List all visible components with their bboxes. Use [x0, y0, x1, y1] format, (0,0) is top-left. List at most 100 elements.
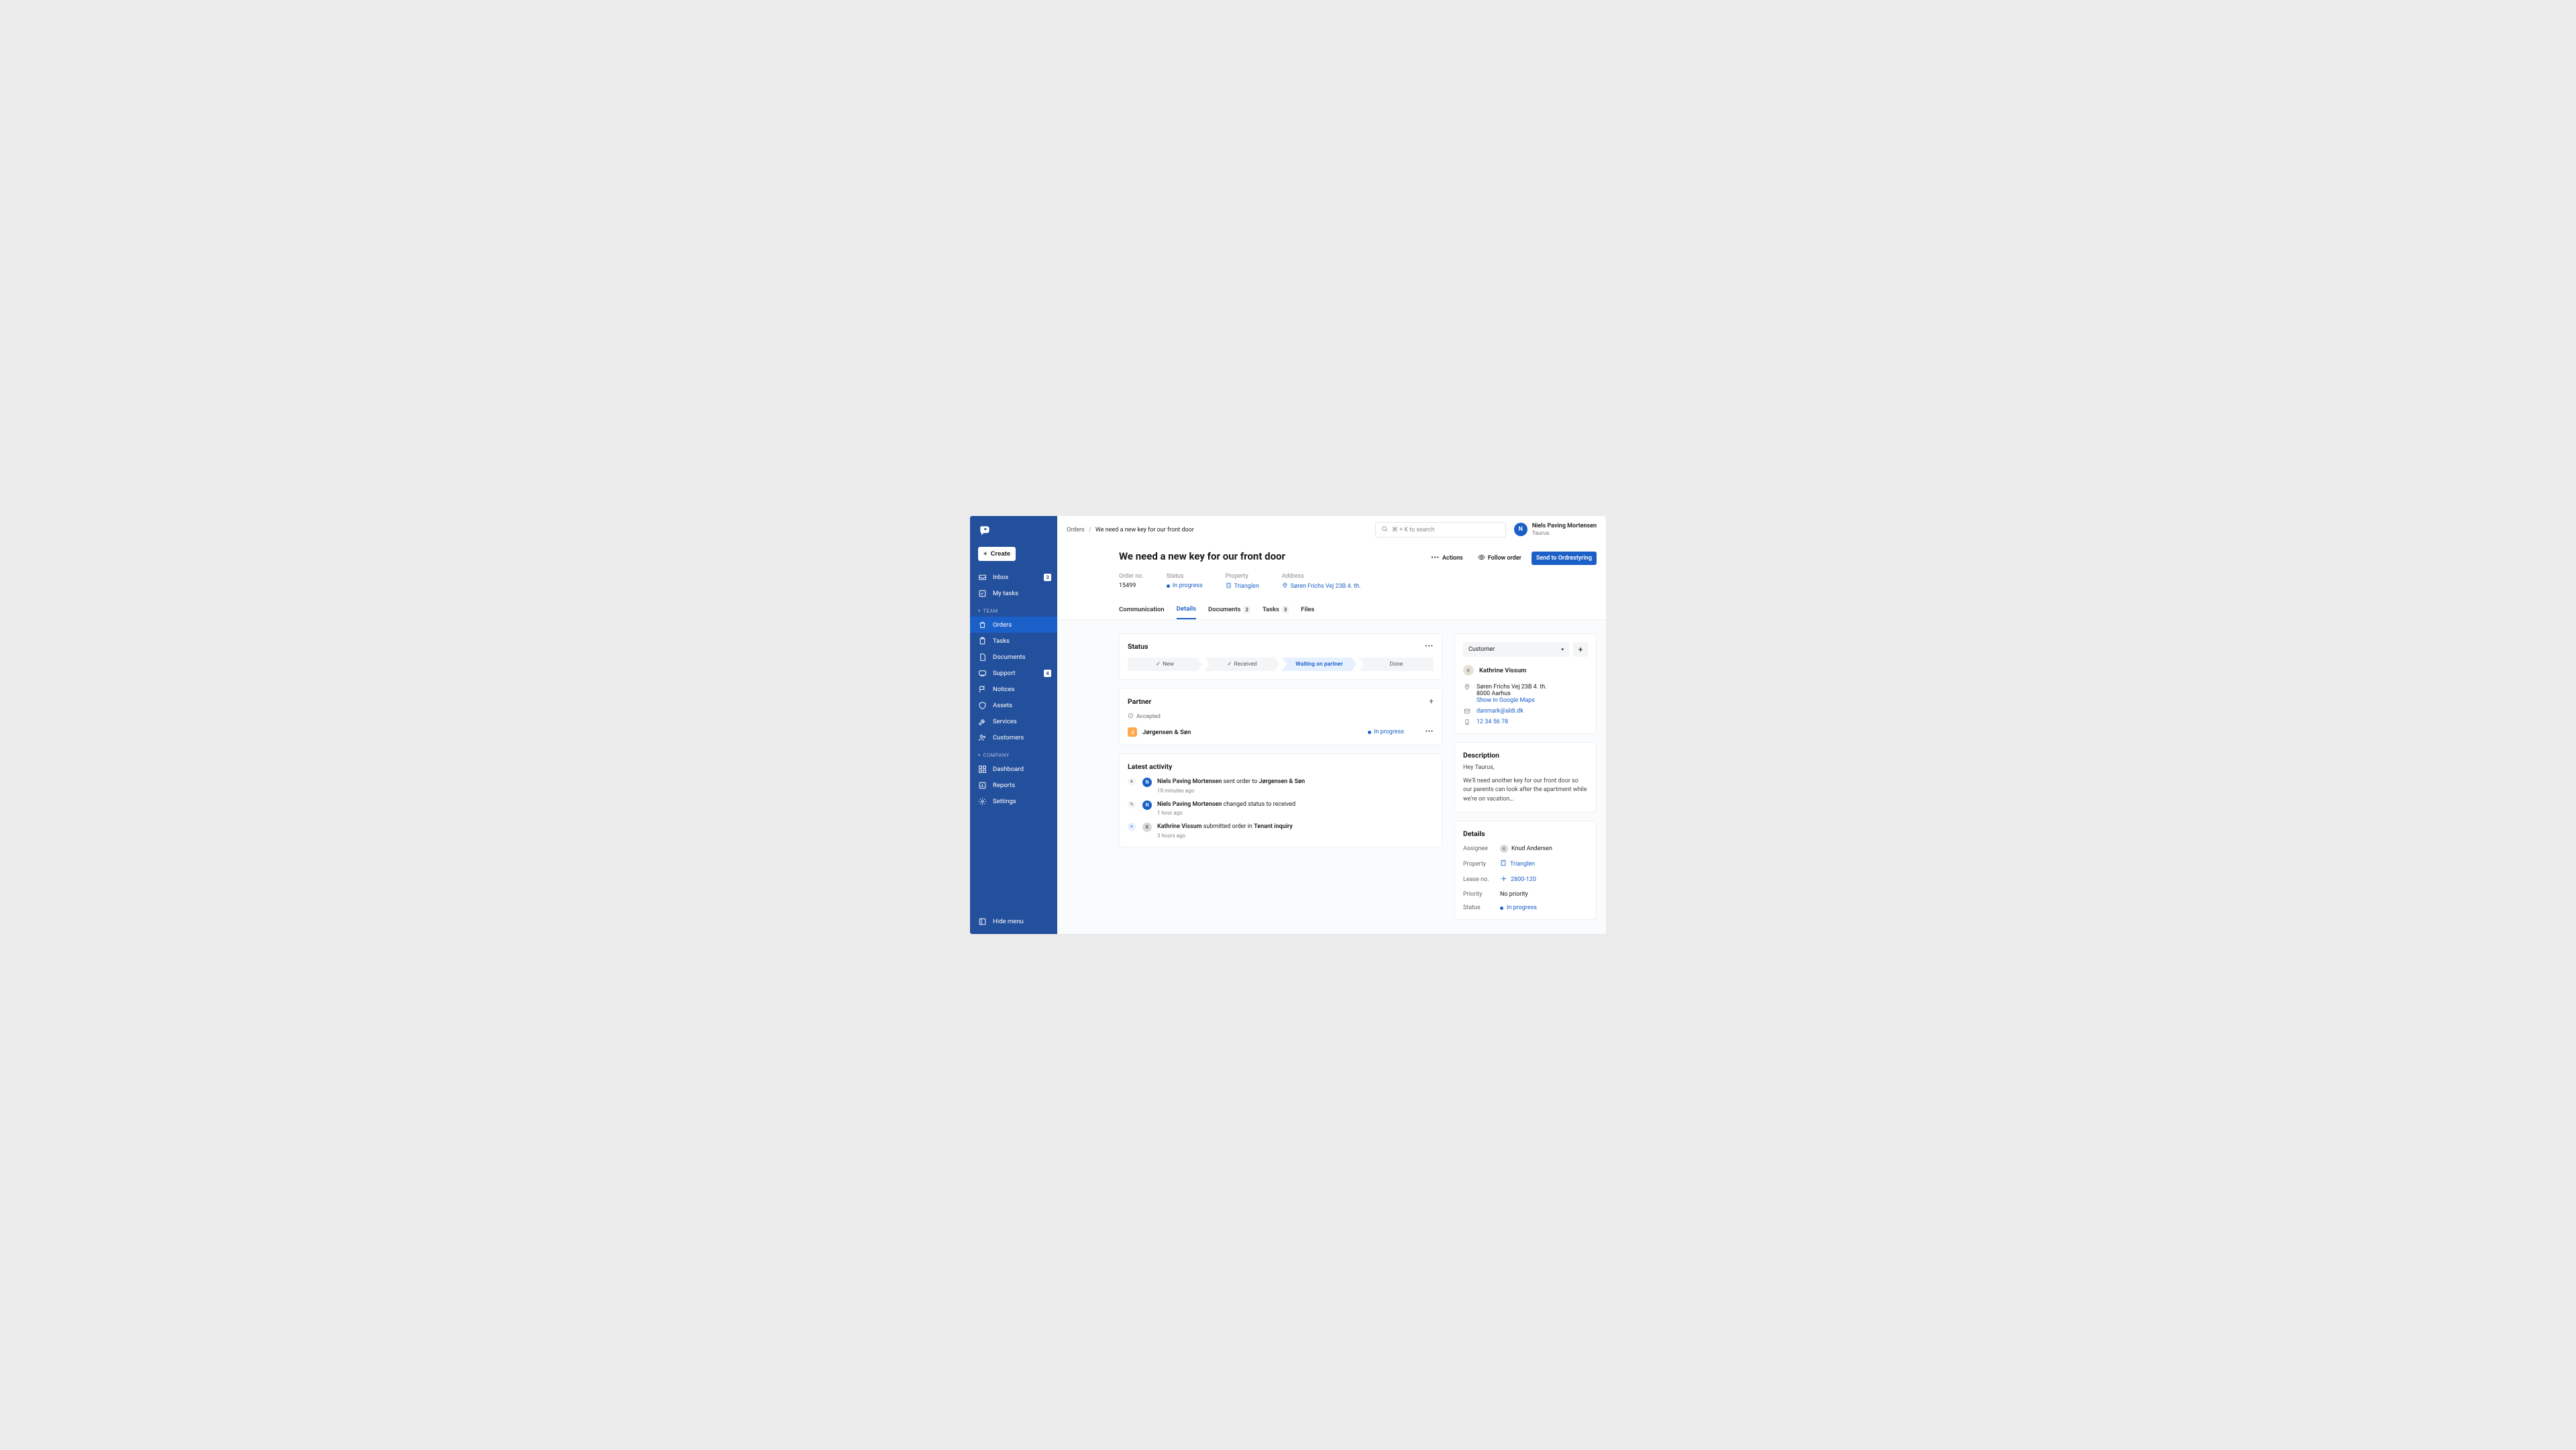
nav-inbox[interactable]: Inbox 3: [970, 569, 1057, 585]
mail-icon: [1463, 708, 1471, 715]
nav-support[interactable]: Support 4: [970, 665, 1057, 681]
nav-label: My tasks: [993, 590, 1018, 597]
send-button[interactable]: Send to Ordrestyring: [1532, 552, 1597, 565]
breadcrumb-separator: /: [1089, 527, 1091, 533]
app-window: + Create Inbox 3 My tasks ▾ TEAM Orders …: [970, 516, 1606, 934]
order-meta: Order no. 15499 Status In progress Prope…: [1057, 566, 1606, 600]
more-icon[interactable]: •••: [1425, 643, 1434, 650]
search-input[interactable]: ⌘ + K to search: [1375, 522, 1506, 537]
nav-reports[interactable]: Reports: [970, 777, 1057, 793]
nav-label: Reports: [993, 782, 1015, 789]
nav-orders[interactable]: Orders: [970, 617, 1057, 633]
user-menu[interactable]: N Niels Paving Mortensen Taurus: [1514, 523, 1597, 537]
partner-card: Partner + Accepted J Jørgensen & Søn In …: [1119, 688, 1442, 745]
nav-dashboard[interactable]: Dashboard: [970, 761, 1057, 777]
pencil-icon: ✎: [1128, 800, 1136, 809]
nav-label: Services: [993, 718, 1017, 725]
breadcrumb-root[interactable]: Orders: [1067, 527, 1085, 533]
maps-link[interactable]: Show in Google Maps: [1477, 697, 1547, 704]
tab-documents[interactable]: Documents 2: [1208, 600, 1250, 619]
hide-menu-button[interactable]: Hide menu: [970, 909, 1057, 934]
actions-label: Actions: [1442, 555, 1463, 562]
user-org: Taurus: [1532, 530, 1597, 537]
users-icon: [978, 733, 987, 742]
customer-phone[interactable]: 12 34 56 78: [1463, 719, 1588, 725]
detail-status[interactable]: Status In progress: [1463, 904, 1588, 911]
customer-selector[interactable]: Customer ▾: [1463, 642, 1569, 657]
breadcrumb-current: We need a new key for our front door: [1095, 527, 1194, 533]
activity-time: 3 hours ago: [1157, 833, 1293, 839]
lease-icon: [1500, 875, 1507, 884]
description-greeting: Hey Taurus,: [1463, 764, 1588, 773]
status-stepper: ✓New ✓Received Waiting on partner Done: [1128, 658, 1434, 671]
hide-menu-label: Hide menu: [993, 918, 1024, 925]
building-icon: [1226, 582, 1232, 590]
nav-notices[interactable]: Notices: [970, 681, 1057, 697]
card-title: Partner: [1128, 697, 1151, 706]
nav-my-tasks[interactable]: My tasks: [970, 585, 1057, 601]
detail-lease[interactable]: Lease no. 2800-120: [1463, 875, 1588, 884]
follow-button[interactable]: Follow order: [1473, 550, 1526, 566]
send-icon: ✈: [1128, 778, 1136, 786]
add-customer-button[interactable]: +: [1573, 642, 1588, 657]
add-partner-button[interactable]: +: [1429, 696, 1434, 706]
actions-button[interactable]: ••• Actions: [1426, 552, 1467, 565]
detail-property[interactable]: Property Trianglen: [1463, 860, 1588, 868]
nav-label: Documents: [993, 654, 1026, 661]
page-title: We need a new key for our front door: [1119, 550, 1285, 562]
partner-avatar: J: [1128, 727, 1137, 737]
customer-email[interactable]: danmark@aldi.dk: [1463, 708, 1588, 715]
nav-tasks[interactable]: Tasks: [970, 633, 1057, 649]
tab-files[interactable]: Files: [1301, 600, 1314, 619]
tab-communication[interactable]: Communication: [1119, 600, 1165, 619]
shield-icon: [978, 701, 987, 710]
nav-settings[interactable]: Settings: [970, 793, 1057, 809]
activity-item: ✎ N Niels Paving Mortensen changed statu…: [1128, 800, 1434, 817]
nav-label: Notices: [993, 686, 1015, 693]
tab-tasks[interactable]: Tasks 3: [1263, 600, 1289, 619]
support-icon: [978, 669, 987, 678]
user-name: Niels Paving Mortensen: [1532, 523, 1597, 530]
nav-customers[interactable]: Customers: [970, 729, 1057, 745]
nav-services[interactable]: Services: [970, 713, 1057, 729]
activity-item: ✈ N Niels Paving Mortensen sent order to…: [1128, 778, 1434, 794]
step-received[interactable]: ✓Received: [1205, 658, 1279, 671]
nav-assets[interactable]: Assets: [970, 697, 1057, 713]
status-dot-icon: [1500, 907, 1503, 910]
more-icon: •••: [1431, 555, 1440, 562]
wrench-icon: [978, 717, 987, 726]
content-main: Status ••• ✓New ✓Received Waiting on par…: [1119, 633, 1442, 925]
check-circle-icon: [1128, 713, 1134, 721]
step-new[interactable]: ✓New: [1128, 658, 1202, 671]
collapse-icon: [978, 917, 987, 926]
plus-icon: +: [1128, 823, 1136, 831]
detail-assignee[interactable]: Assignee KKnud Andersen: [1463, 845, 1588, 853]
clipboard-icon: [978, 637, 987, 645]
search-icon: [1381, 525, 1388, 534]
nav-label: Dashboard: [993, 766, 1024, 773]
step-done[interactable]: Done: [1359, 658, 1434, 671]
tab-details[interactable]: Details: [1177, 600, 1196, 619]
customer-card: Customer ▾ + K Kathrine Vissum Søren Fri…: [1454, 633, 1597, 734]
documents-icon: [978, 653, 987, 662]
nav-label: Customers: [993, 734, 1024, 741]
chevron-down-icon: ▾: [1561, 647, 1564, 652]
avatar: K: [1500, 845, 1508, 853]
partner-row[interactable]: J Jørgensen & Søn In progress •••: [1128, 727, 1434, 737]
phone-icon: [1463, 719, 1471, 725]
step-waiting[interactable]: Waiting on partner: [1282, 658, 1356, 671]
create-button[interactable]: + Create: [978, 547, 1016, 561]
nav-documents[interactable]: Documents: [970, 649, 1057, 665]
flag-icon: [978, 685, 987, 694]
avatar: K: [1463, 665, 1474, 676]
description-card: Description Hey Taurus, We'll need anoth…: [1454, 742, 1597, 813]
more-icon[interactable]: •••: [1426, 729, 1434, 735]
tab-badge: 3: [1282, 606, 1289, 613]
nav-label: Settings: [993, 798, 1016, 805]
detail-priority[interactable]: Priority No priority: [1463, 891, 1588, 898]
reports-icon: [978, 781, 987, 790]
avatar: N: [1142, 800, 1152, 810]
meta-address: Address Søren Frichs Vej 23B 4. th.: [1282, 573, 1361, 590]
customer-person[interactable]: K Kathrine Vissum: [1463, 665, 1588, 676]
nav-label: Support: [993, 670, 1016, 677]
